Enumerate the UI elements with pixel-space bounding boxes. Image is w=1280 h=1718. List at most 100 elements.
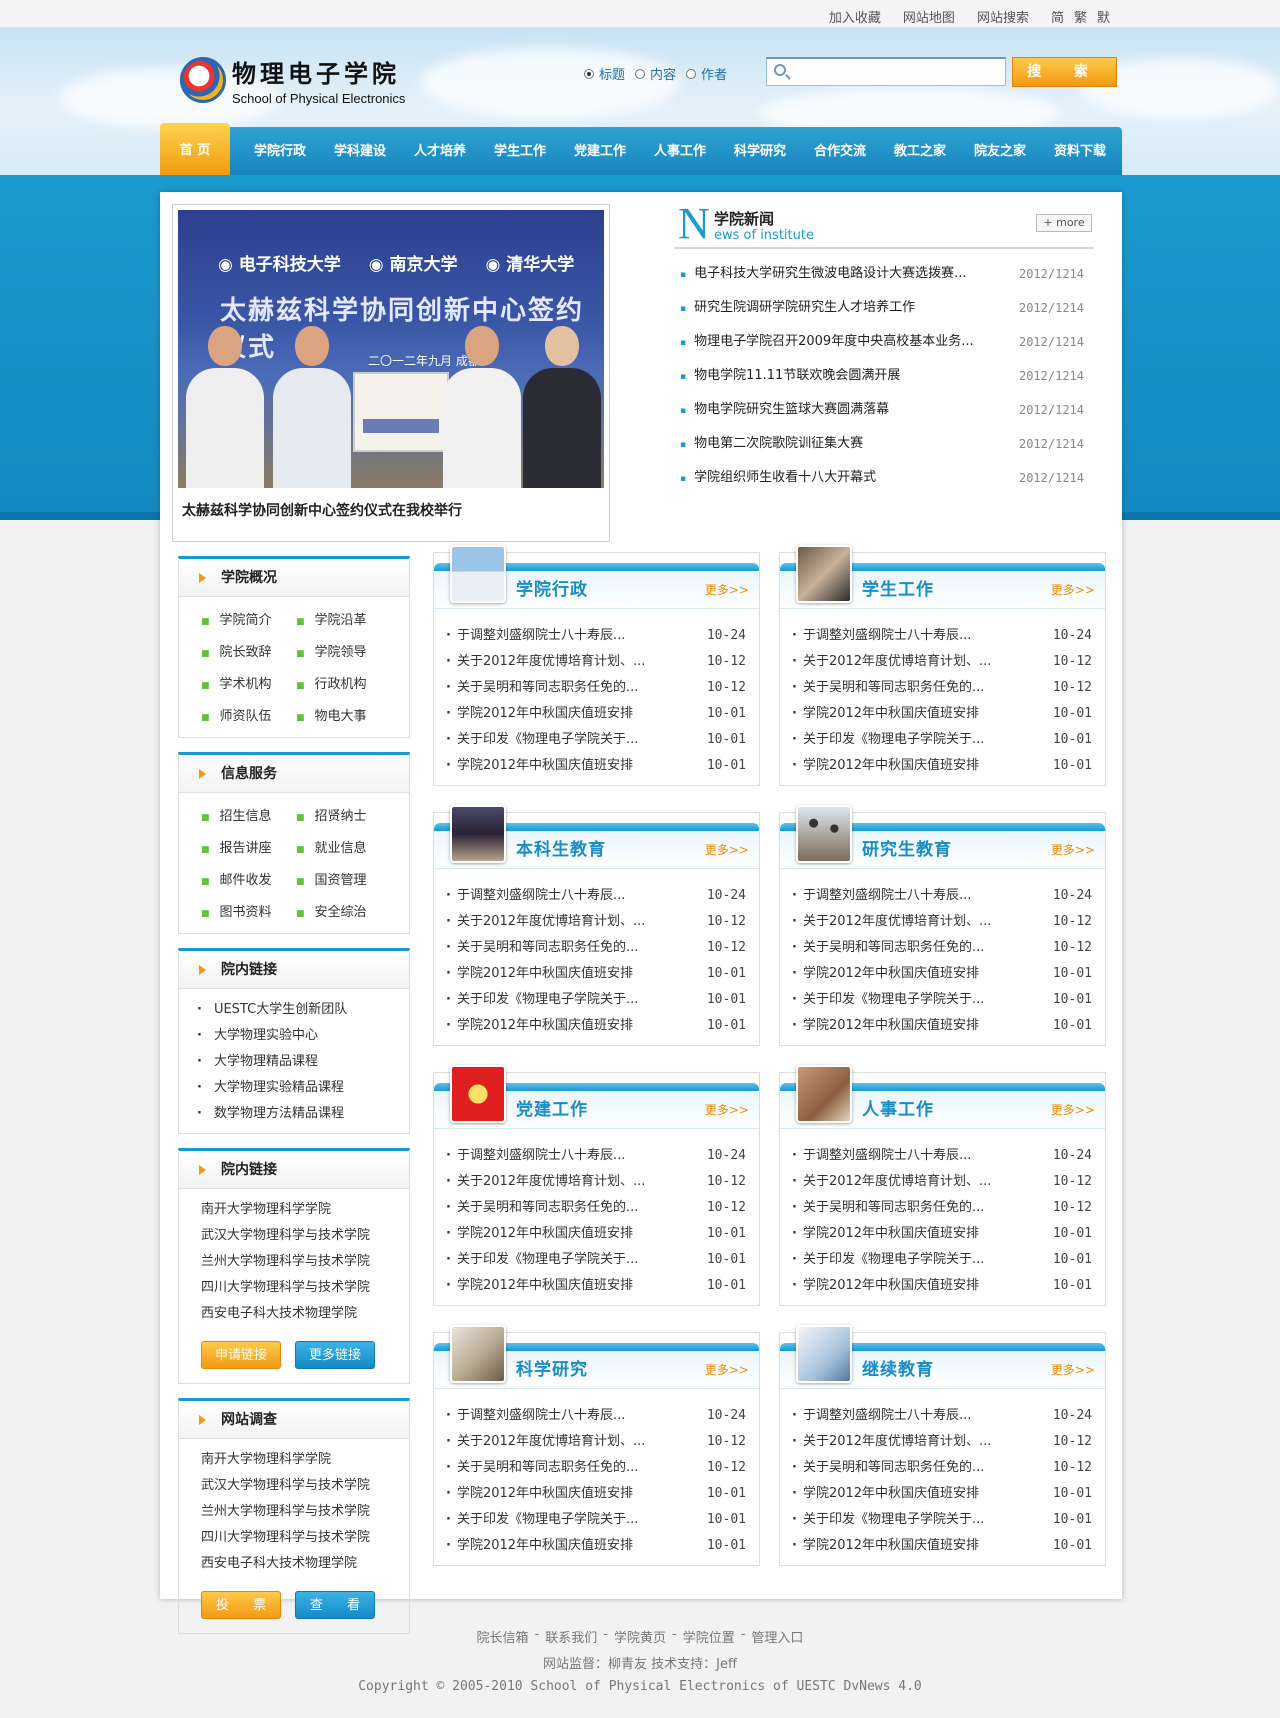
module-list-item[interactable]: 关于印发《物理电子学院关于... 10-01 — [446, 1507, 746, 1533]
module-list-item[interactable]: 学院2012年中秋国庆值班安排 10-01 — [792, 1273, 1092, 1299]
module-list-item[interactable]: 关于印发《物理电子学院关于... 10-01 — [446, 987, 746, 1013]
module-item-title[interactable]: 于调整刘盛纲院士八十寿辰... — [446, 883, 625, 909]
search-input[interactable] — [795, 62, 1000, 82]
module-item-title[interactable]: 学院2012年中秋国庆值班安排 — [446, 1533, 633, 1559]
lang-traditional[interactable]: 繁 — [1074, 7, 1087, 26]
module-item-title[interactable]: 关于2012年度优博培育计划、... — [792, 1169, 991, 1195]
nav-item[interactable]: 合作交流 — [800, 127, 880, 175]
sidebar-link[interactable]: 招生信息 — [201, 801, 296, 833]
module-item-title[interactable]: 学院2012年中秋国庆值班安排 — [446, 1013, 633, 1039]
module-item-title[interactable]: 关于吴明和等同志职务任免的... — [792, 935, 984, 961]
module-list-item[interactable]: 于调整刘盛纲院士八十寿辰... 10-24 — [792, 1143, 1092, 1169]
featured-caption[interactable]: 太赫兹科学协同创新中心签约仪式在我校举行 — [178, 500, 604, 520]
module-list-item[interactable]: 关于印发《物理电子学院关于... 10-01 — [792, 1247, 1092, 1273]
nav-item[interactable]: 学生工作 — [480, 127, 560, 175]
module-title[interactable]: 学院行政 — [516, 575, 588, 600]
nav-item[interactable]: 人才培养 — [400, 127, 480, 175]
footer-link[interactable]: 联系我们 — [545, 1627, 597, 1646]
module-more-link[interactable]: 更多>> — [1051, 1361, 1095, 1378]
module-list-item[interactable]: 关于2012年度优博培育计划、... 10-12 — [792, 649, 1092, 675]
research-photo-icon[interactable] — [450, 1325, 506, 1383]
module-item-title[interactable]: 学院2012年中秋国庆值班安排 — [792, 961, 979, 987]
module-title[interactable]: 本科生教育 — [516, 835, 606, 860]
module-more-link[interactable]: 更多>> — [705, 1361, 749, 1378]
module-title[interactable]: 党建工作 — [516, 1095, 588, 1120]
module-item-title[interactable]: 学院2012年中秋国庆值班安排 — [792, 701, 979, 727]
module-item-title[interactable]: 学院2012年中秋国庆值班安排 — [446, 1221, 633, 1247]
module-item-title[interactable]: 关于2012年度优博培育计划、... — [792, 1429, 991, 1455]
module-more-link[interactable]: 更多>> — [1051, 1101, 1095, 1118]
module-list-item[interactable]: 于调整刘盛纲院士八十寿辰... 10-24 — [446, 1143, 746, 1169]
module-list-item[interactable]: 学院2012年中秋国庆值班安排 10-01 — [446, 701, 746, 727]
sidebar-link[interactable]: 大学物理实验中心 — [197, 1023, 409, 1049]
nav-item[interactable]: 党建工作 — [560, 127, 640, 175]
party-emblem-icon[interactable] — [450, 1065, 506, 1123]
module-list-item[interactable]: 学院2012年中秋国庆值班安排 10-01 — [792, 1013, 1092, 1039]
module-list-item[interactable]: 关于2012年度优博培育计划、... 10-12 — [446, 909, 746, 935]
footer-link[interactable]: 学院位置 — [683, 1627, 735, 1646]
module-item-title[interactable]: 学院2012年中秋国庆值班安排 — [792, 1013, 979, 1039]
module-list-item[interactable]: 学院2012年中秋国庆值班安排 10-01 — [792, 1481, 1092, 1507]
module-list-item[interactable]: 于调整刘盛纲院士八十寿辰... 10-24 — [446, 883, 746, 909]
module-more-link[interactable]: 更多>> — [705, 581, 749, 598]
nav-item[interactable]: 学院行政 — [240, 127, 320, 175]
sidebar-link[interactable]: 学院沿革 — [296, 605, 391, 637]
sidebar-link[interactable]: 物电大事 — [296, 701, 391, 733]
sidebar-link[interactable]: 国资管理 — [296, 865, 391, 897]
module-list-item[interactable]: 关于2012年度优博培育计划、... 10-12 — [792, 1429, 1092, 1455]
sidebar-link[interactable]: 学院领导 — [296, 637, 391, 669]
nav-item[interactable]: 首 页 — [160, 123, 230, 175]
footer-link[interactable]: 学院黄页 — [614, 1627, 666, 1646]
module-list-item[interactable]: 关于吴明和等同志职务任免的... 10-12 — [446, 675, 746, 701]
module-item-title[interactable]: 关于印发《物理电子学院关于... — [446, 1247, 638, 1273]
module-title[interactable]: 学生工作 — [862, 575, 934, 600]
module-list-item[interactable]: 学院2012年中秋国庆值班安排 10-01 — [792, 701, 1092, 727]
sidebar-link[interactable]: 南开大学物理科学学院 — [201, 1447, 409, 1473]
news-item[interactable]: 学院组织师生收看十八大开幕式 2012/1214 — [674, 461, 1094, 495]
handshake-photo-icon[interactable] — [796, 1065, 852, 1123]
module-list-item[interactable]: 关于吴明和等同志职务任免的... 10-12 — [792, 1195, 1092, 1221]
module-list-item[interactable]: 学院2012年中秋国庆值班安排 10-01 — [792, 753, 1092, 779]
news-more-button[interactable]: + more — [1036, 214, 1092, 232]
news-item-title[interactable]: 物理电子学院召开2009年度中央高校基本业务... — [680, 325, 973, 359]
nav-item[interactable]: 学科建设 — [320, 127, 400, 175]
module-list-item[interactable]: 关于吴明和等同志职务任免的... 10-12 — [792, 935, 1092, 961]
module-item-title[interactable]: 于调整刘盛纲院士八十寿辰... — [792, 623, 971, 649]
sidebar-link[interactable]: 兰州大学物理科学与技术学院 — [201, 1499, 409, 1525]
sidebar-link[interactable]: 数学物理方法精品课程 — [197, 1101, 409, 1127]
module-list-item[interactable]: 于调整刘盛纲院士八十寿辰... 10-24 — [792, 623, 1092, 649]
module-list-item[interactable]: 关于印发《物理电子学院关于... 10-01 — [792, 1507, 1092, 1533]
add-favorite-link[interactable]: 加入收藏 — [829, 7, 881, 26]
module-title[interactable]: 研究生教育 — [862, 835, 952, 860]
module-item-title[interactable]: 学院2012年中秋国庆值班安排 — [446, 701, 633, 727]
view-results-button[interactable]: 查 看 — [295, 1591, 375, 1619]
sidebar-link[interactable]: 大学物理实验精品课程 — [197, 1075, 409, 1101]
module-more-link[interactable]: 更多>> — [1051, 581, 1095, 598]
module-item-title[interactable]: 关于2012年度优博培育计划、... — [446, 649, 645, 675]
sidebar-link[interactable]: 武汉大学物理科学与技术学院 — [201, 1223, 409, 1249]
featured-photo[interactable]: 电子科技大学 南京大学 清华大学 太赫兹科学协同创新中心签约仪式 二〇一二年九月… — [178, 210, 604, 488]
module-item-title[interactable]: 关于吴明和等同志职务任免的... — [446, 1455, 638, 1481]
module-list-item[interactable]: 关于2012年度优博培育计划、... 10-12 — [792, 909, 1092, 935]
module-more-link[interactable]: 更多>> — [705, 841, 749, 858]
module-item-title[interactable]: 学院2012年中秋国庆值班安排 — [792, 1481, 979, 1507]
sidebar-link[interactable]: 安全综治 — [296, 897, 391, 929]
news-item-title[interactable]: 物电学院研究生篮球大赛圆满落幕 — [680, 393, 889, 427]
module-item-title[interactable]: 于调整刘盛纲院士八十寿辰... — [792, 1143, 971, 1169]
sidebar-link[interactable]: 图书资料 — [201, 897, 296, 929]
module-item-title[interactable]: 关于印发《物理电子学院关于... — [446, 987, 638, 1013]
module-list-item[interactable]: 于调整刘盛纲院士八十寿辰... 10-24 — [446, 1403, 746, 1429]
module-item-title[interactable]: 学院2012年中秋国庆值班安排 — [792, 1221, 979, 1247]
module-item-title[interactable]: 关于2012年度优博培育计划、... — [446, 1169, 645, 1195]
module-title[interactable]: 人事工作 — [862, 1095, 934, 1120]
module-list-item[interactable]: 关于印发《物理电子学院关于... 10-01 — [792, 727, 1092, 753]
nav-item[interactable]: 院友之家 — [960, 127, 1040, 175]
module-title[interactable]: 科学研究 — [516, 1355, 588, 1380]
module-list-item[interactable]: 学院2012年中秋国庆值班安排 10-01 — [446, 961, 746, 987]
module-list-item[interactable]: 关于2012年度优博培育计划、... 10-12 — [446, 649, 746, 675]
module-list-item[interactable]: 关于吴明和等同志职务任免的... 10-12 — [446, 1195, 746, 1221]
news-item-title[interactable]: 物电学院11.11节联欢晚会圆满开展 — [680, 359, 900, 393]
sidebar-link[interactable]: 院长致辞 — [201, 637, 296, 669]
building-photo-icon[interactable] — [450, 545, 506, 603]
module-list-item[interactable]: 学院2012年中秋国庆值班安排 10-01 — [446, 1533, 746, 1559]
